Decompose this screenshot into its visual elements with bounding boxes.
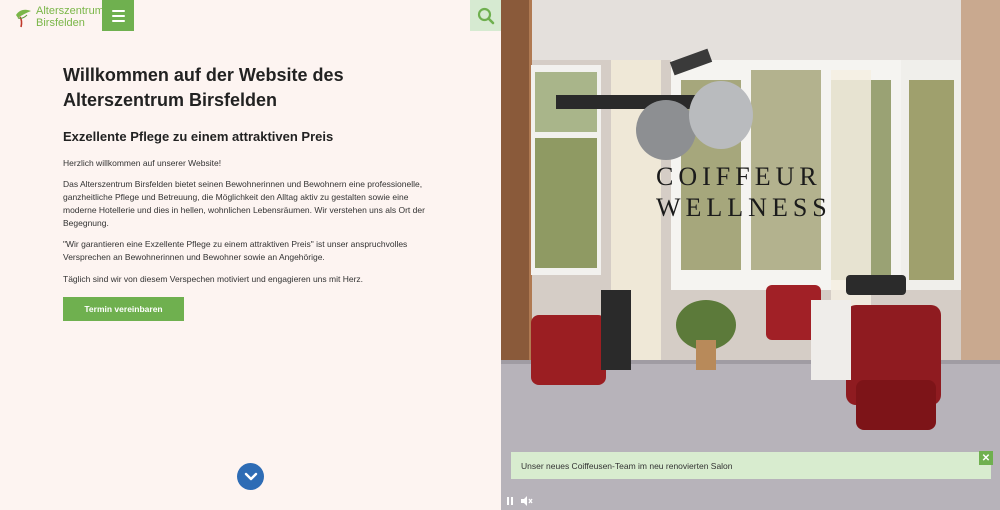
hero-title-line1: COIFFEUR — [656, 162, 822, 191]
scroll-down-button[interactable] — [237, 463, 264, 490]
pause-icon — [507, 497, 509, 505]
hero-title: COIFFEUR WELLNESS — [656, 161, 832, 223]
search-button[interactable] — [470, 0, 501, 31]
mute-icon[interactable] — [519, 494, 533, 508]
hero-title-line2: WELLNESS — [656, 193, 832, 222]
content-panel: Alterszentrum Birsfelden Willkommen auf … — [0, 0, 501, 510]
hero-image-slider: COIFFEUR WELLNESS Unser neues Coiffeusen… — [501, 0, 1000, 510]
intro-paragraph-4: Täglich sind wir von diesem Verspechen m… — [63, 274, 364, 284]
site-logo[interactable]: Alterszentrum Birsfelden — [14, 5, 104, 29]
logo-line1: Alterszentrum — [36, 5, 104, 17]
page-title: Willkommen auf der Website des Alterszen… — [63, 65, 344, 110]
logo-leaf-icon — [16, 9, 31, 28]
hamburger-menu-icon — [111, 9, 125, 12]
page-subtitle: Exzellente Pflege zu einem attraktiven P… — [63, 129, 334, 144]
salon-photo — [501, 0, 1000, 510]
logo-text: Alterszentrum Birsfelden — [36, 5, 104, 29]
book-appointment-button[interactable]: Termin vereinbaren — [63, 297, 184, 321]
logo-line2: Birsfelden — [36, 17, 85, 29]
intro-paragraph-3: "Wir garantieren eine Exzellente Pflege … — [63, 239, 408, 262]
slide-caption: Unser neues Coiffeusen-Team im neu renov… — [511, 452, 991, 479]
close-icon: ✕ — [981, 452, 991, 464]
chevron-down-icon — [244, 472, 257, 480]
intro-paragraph-1: Herzlich willkommen auf unserer Website! — [63, 158, 222, 168]
slider-pause-button[interactable] — [504, 495, 516, 507]
search-icon — [477, 7, 494, 24]
hamburger-menu-button[interactable] — [102, 0, 134, 31]
intro-paragraph-2: Das Alterszentrum Birsfelden bietet sein… — [63, 179, 425, 228]
caption-close-button[interactable]: ✕ — [979, 451, 993, 465]
